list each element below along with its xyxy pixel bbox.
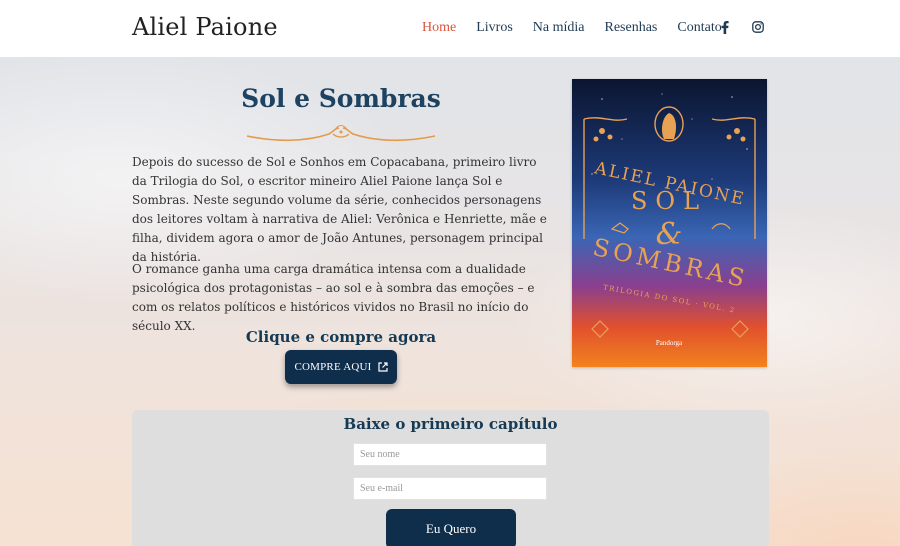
facebook-icon[interactable] [717,19,733,35]
nav-livros[interactable]: Livros [476,20,513,36]
buy-button-label: COMPRE AQUI [294,361,372,373]
book-description-2: O romance ganha uma carga dramática inte… [132,262,535,333]
email-input[interactable] [353,477,547,500]
instagram-icon[interactable] [750,19,766,35]
book-title: Sol e Sombras [241,84,441,113]
site-brand[interactable]: Aliel Paione [132,13,278,41]
book-description-1: Depois do sucesso de Sol e Sonhos em Cop… [132,155,547,264]
nav-na-midia[interactable]: Na mídia [533,20,585,36]
name-input[interactable] [353,443,547,466]
cta-heading: Clique e compre agora [245,328,437,346]
nav-contato[interactable]: Contato [677,20,721,36]
nav-home[interactable]: Home [422,20,456,36]
cover-publisher: Pandorga [656,339,683,347]
external-link-icon [377,362,388,372]
nav-resenhas[interactable]: Resenhas [605,20,658,36]
download-chapter-title: Baixe o primeiro capítulo [343,415,558,433]
book-cover[interactable]: ALIEL PAIONE SOL & SOMBRAS TRILOGIA DO S… [572,79,767,367]
flourish-divider [246,124,436,142]
site-header: Aliel Paione Home Livros Na mídia Resenh… [0,0,900,58]
buy-button[interactable]: COMPRE AQUI [285,350,397,384]
cover-title-sol: SOL [631,187,707,215]
submit-button[interactable]: Eu Quero [386,509,516,546]
main-nav: Home Livros Na mídia Resenhas Contato [422,20,742,36]
